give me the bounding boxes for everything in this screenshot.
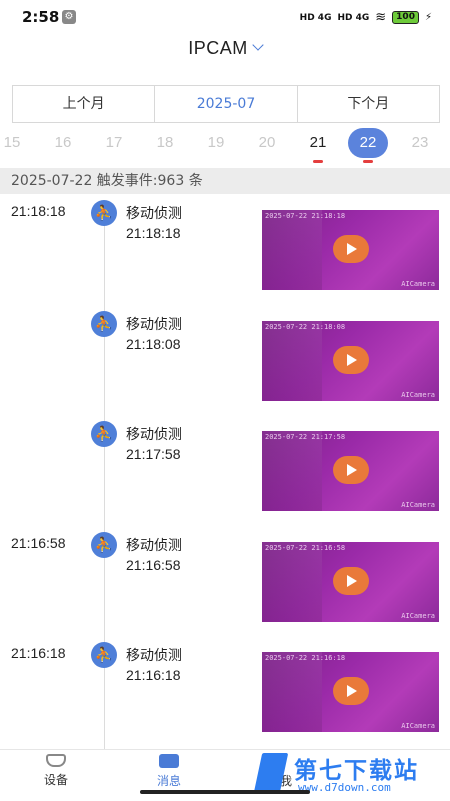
tab-device-label: 设备 bbox=[43, 773, 68, 787]
device-selector[interactable]: IPCAM bbox=[0, 38, 450, 72]
watermark-url: www.d7down.com bbox=[298, 781, 391, 794]
event-time: 21:16:18 bbox=[11, 645, 66, 661]
status-icons: HD 4G HD 4G ≋ 100 ⚡ bbox=[300, 10, 432, 25]
home-indicator bbox=[140, 790, 310, 794]
day-17[interactable]: 17 bbox=[97, 126, 131, 160]
status-bar: 2:58 ⚙ HD 4G HD 4G ≋ 100 ⚡ bbox=[0, 0, 450, 34]
event-thumbnail[interactable]: 2025-07-22 21:17:58 AICamera bbox=[262, 431, 439, 511]
watermark-title: 第七下载站 bbox=[294, 758, 419, 784]
event-detail-time: 21:17:58 bbox=[126, 446, 181, 462]
page-title: IPCAM bbox=[188, 38, 248, 58]
wifi-icon: ≋ bbox=[375, 10, 387, 25]
event-detail-time: 21:16:58 bbox=[126, 557, 181, 573]
play-icon[interactable] bbox=[333, 567, 369, 595]
event-type: 移动侦测 bbox=[126, 317, 182, 333]
event-thumbnail[interactable]: 2025-07-22 21:16:58 AICamera bbox=[262, 542, 439, 622]
date-summary-bar: 2025-07-22 触发事件:963 条 bbox=[0, 168, 450, 194]
event-thumbnail[interactable]: 2025-07-22 21:18:08 AICamera bbox=[262, 321, 439, 401]
watermark-logo bbox=[253, 753, 289, 793]
event-item[interactable]: 21:18:18 ⛹ 移动侦测 21:18:18 2025-07-22 21:1… bbox=[0, 200, 450, 310]
event-time: 21:18:18 bbox=[11, 203, 66, 219]
message-icon bbox=[159, 754, 179, 768]
event-detail-time: 21:18:18 bbox=[126, 225, 181, 241]
day-15[interactable]: 15 bbox=[0, 126, 29, 160]
thumbnail-timestamp: 2025-07-22 21:18:18 bbox=[265, 212, 346, 220]
day-22-selected[interactable]: 22 bbox=[348, 128, 388, 158]
day-19[interactable]: 19 bbox=[199, 126, 233, 160]
play-icon[interactable] bbox=[333, 677, 369, 705]
thumbnail-brand: AICamera bbox=[401, 280, 435, 288]
event-type: 移动侦测 bbox=[126, 538, 182, 554]
event-item[interactable]: ⛹ 移动侦测 21:18:08 2025-07-22 21:18:08 AICa… bbox=[0, 311, 450, 421]
motion-detect-icon: ⛹ bbox=[91, 200, 117, 226]
signal-icon-2: HD 4G bbox=[337, 12, 370, 23]
tab-device[interactable]: 设备 bbox=[16, 754, 96, 788]
event-type: 移动侦测 bbox=[126, 648, 182, 664]
event-type: 移动侦测 bbox=[126, 427, 182, 443]
play-icon[interactable] bbox=[333, 235, 369, 263]
event-detail-time: 21:18:08 bbox=[126, 336, 181, 352]
play-icon[interactable] bbox=[333, 456, 369, 484]
event-thumbnail[interactable]: 2025-07-22 21:18:18 AICamera bbox=[262, 210, 439, 290]
motion-detect-icon: ⛹ bbox=[91, 642, 117, 668]
motion-detect-icon: ⛹ bbox=[91, 532, 117, 558]
event-item[interactable]: ⛹ 移动侦测 21:17:58 2025-07-22 21:17:58 AICa… bbox=[0, 421, 450, 531]
event-time: 21:16:58 bbox=[11, 535, 66, 551]
event-item[interactable]: 21:16:58 ⛹ 移动侦测 21:16:58 2025-07-22 21:1… bbox=[0, 532, 450, 642]
current-month[interactable]: 2025-07 bbox=[154, 86, 298, 122]
thumbnail-timestamp: 2025-07-22 21:18:08 bbox=[265, 323, 346, 331]
charging-icon: ⚡ bbox=[424, 12, 432, 23]
prev-month-button[interactable]: 上个月 bbox=[13, 86, 154, 122]
tab-message[interactable]: 消息 bbox=[129, 754, 209, 789]
day-21[interactable]: 21 bbox=[301, 126, 335, 160]
thumbnail-timestamp: 2025-07-22 21:16:18 bbox=[265, 654, 346, 662]
thumbnail-timestamp: 2025-07-22 21:16:58 bbox=[265, 544, 346, 552]
play-icon[interactable] bbox=[333, 346, 369, 374]
next-month-button[interactable]: 下个月 bbox=[298, 86, 439, 122]
camera-icon bbox=[46, 754, 66, 767]
motion-detect-icon: ⛹ bbox=[91, 421, 117, 447]
day-strip: 15 16 17 18 19 20 21 22 23 bbox=[0, 126, 450, 163]
day-16[interactable]: 16 bbox=[46, 126, 80, 160]
event-type: 移动侦测 bbox=[126, 206, 182, 222]
tab-message-label: 消息 bbox=[156, 774, 181, 788]
event-marker-21 bbox=[313, 160, 323, 163]
thumbnail-brand: AICamera bbox=[401, 722, 435, 730]
date-summary: 2025-07-22 触发事件:963 条 bbox=[11, 173, 203, 189]
day-23[interactable]: 23 bbox=[403, 126, 437, 160]
event-item[interactable]: 21:16:18 ⛹ 移动侦测 21:16:18 2025-07-22 21:1… bbox=[0, 642, 450, 752]
day-20[interactable]: 20 bbox=[250, 126, 284, 160]
day-18[interactable]: 18 bbox=[148, 126, 182, 160]
thumbnail-brand: AICamera bbox=[401, 501, 435, 509]
chevron-down-icon bbox=[252, 39, 264, 51]
motion-detect-icon: ⛹ bbox=[91, 311, 117, 337]
event-detail-time: 21:16:18 bbox=[126, 667, 181, 683]
status-time: 2:58 bbox=[22, 8, 60, 26]
wrench-icon: ⚙ bbox=[62, 10, 76, 24]
signal-icon: HD 4G bbox=[299, 12, 332, 23]
battery-icon: 100 bbox=[392, 11, 419, 24]
event-thumbnail[interactable]: 2025-07-22 21:16:18 AICamera bbox=[262, 652, 439, 732]
thumbnail-timestamp: 2025-07-22 21:17:58 bbox=[265, 433, 346, 441]
event-marker-22 bbox=[363, 160, 373, 163]
month-navigation: 上个月 2025-07 下个月 bbox=[12, 85, 440, 123]
thumbnail-brand: AICamera bbox=[401, 391, 435, 399]
thumbnail-brand: AICamera bbox=[401, 612, 435, 620]
